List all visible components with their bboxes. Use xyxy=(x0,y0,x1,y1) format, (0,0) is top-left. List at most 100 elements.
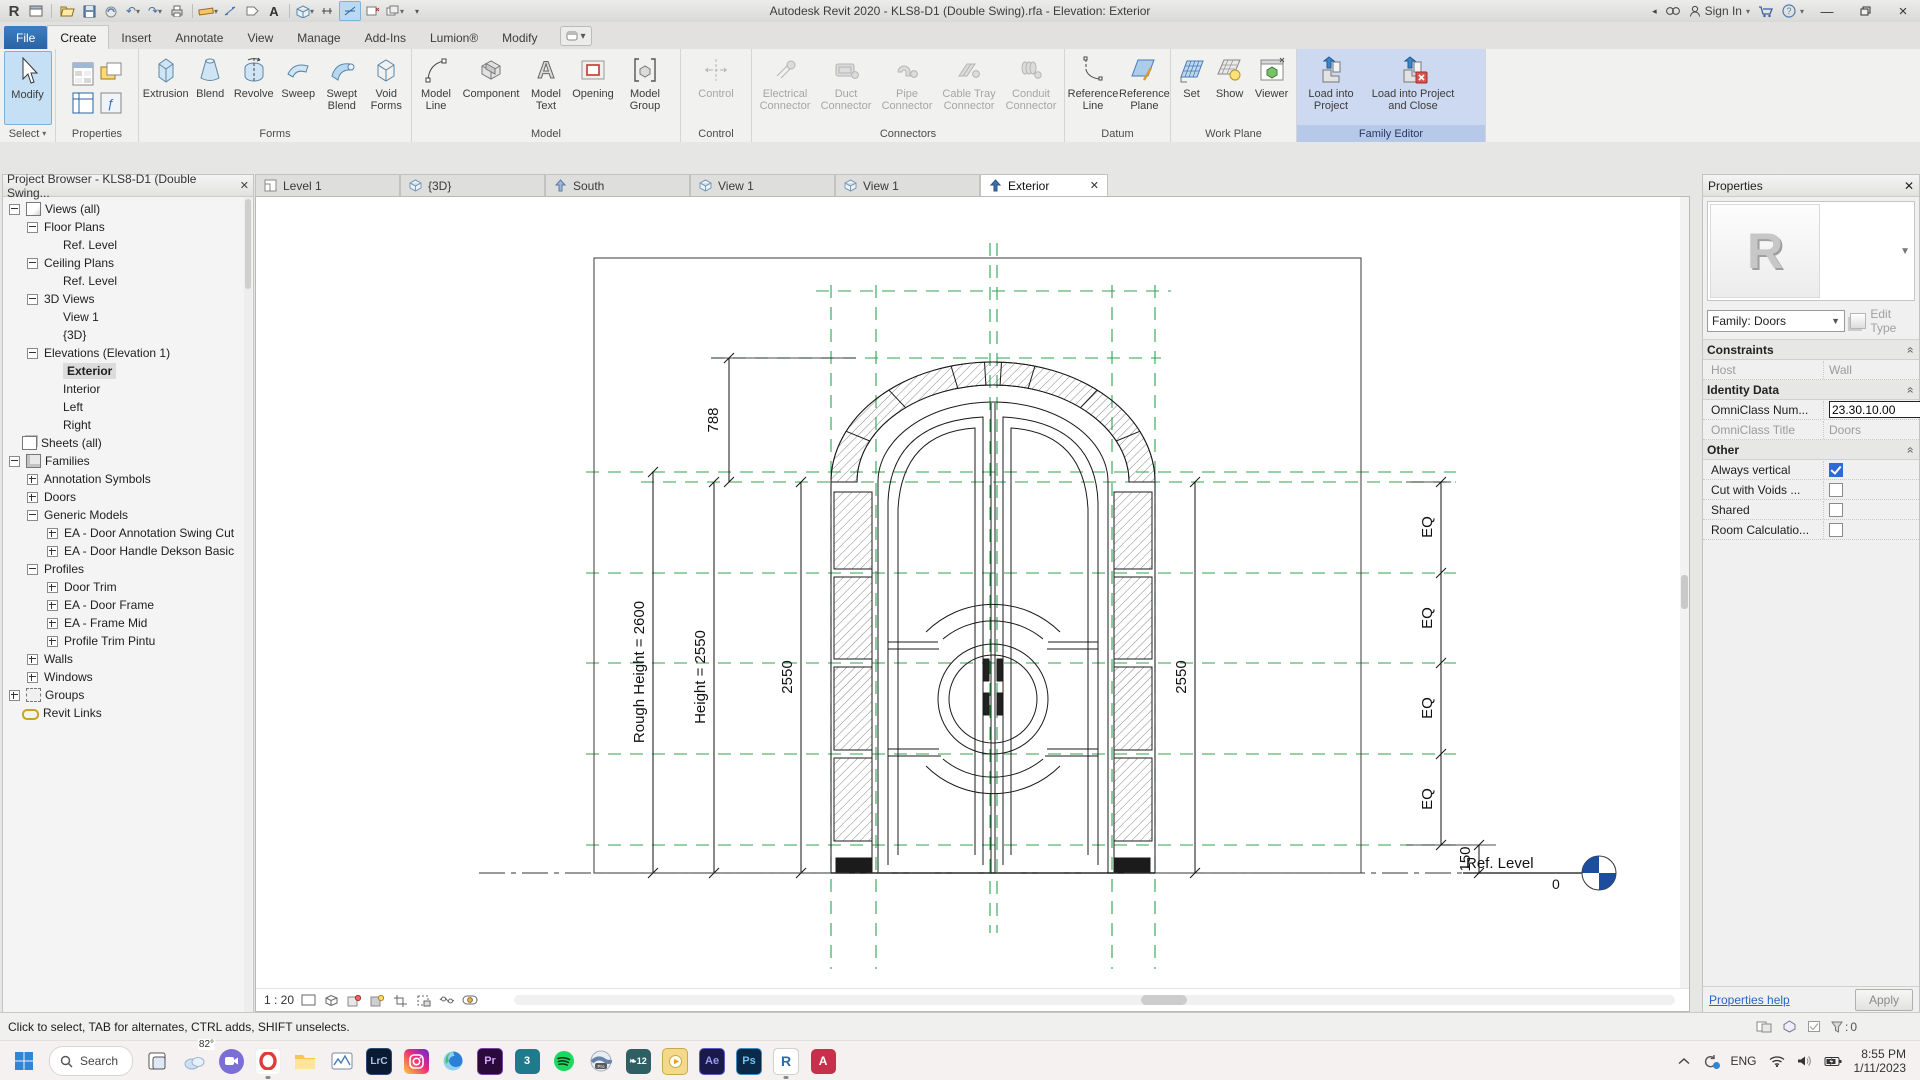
properties-help-link[interactable]: Properties help xyxy=(1709,993,1790,1007)
tab-lumion[interactable]: Lumion® xyxy=(418,26,490,49)
tab-file[interactable]: File xyxy=(4,26,48,49)
worksharing-icon[interactable] xyxy=(1756,1020,1772,1033)
app-store-cart-icon[interactable] xyxy=(1758,5,1774,18)
minimize-button[interactable]: — xyxy=(1812,1,1842,22)
canvas-horizontal-scrollbar[interactable] xyxy=(514,995,1675,1005)
revit-taskbar-icon[interactable]: R xyxy=(773,1047,800,1079)
autocad-icon[interactable]: A xyxy=(810,1048,836,1074)
view-tab-south[interactable]: South xyxy=(545,174,690,196)
print-icon[interactable] xyxy=(167,2,187,20)
reveal-hidden-elements-icon[interactable] xyxy=(461,993,478,1008)
type-preview[interactable]: R ▼ xyxy=(1707,201,1915,301)
3dsmax-icon[interactable]: 3 xyxy=(514,1048,540,1074)
family-types-icon[interactable] xyxy=(71,91,95,115)
aligned-dimension-icon[interactable] xyxy=(220,2,240,20)
section-identity-data[interactable]: Identity Data» xyxy=(1703,380,1919,400)
tree-item-right[interactable]: Right xyxy=(5,416,253,434)
switch-windows-icon[interactable]: ▾ xyxy=(385,2,405,20)
design-options-icon[interactable] xyxy=(1782,1020,1797,1033)
close-icon[interactable]: ✕ xyxy=(1904,179,1914,193)
close-hidden-windows-icon[interactable] xyxy=(363,2,383,20)
file-explorer-icon[interactable] xyxy=(292,1048,318,1074)
ribbon-display-toggle[interactable]: ▾ xyxy=(559,26,592,46)
close-button[interactable]: × xyxy=(1888,1,1918,22)
family-parameters-icon[interactable]: ƒ xyxy=(99,91,123,115)
measure-icon[interactable]: ▾ xyxy=(198,2,218,20)
blend-button[interactable]: Blend xyxy=(190,51,230,125)
model-line-button[interactable]: Model Line xyxy=(415,51,457,125)
opening-button[interactable]: Opening xyxy=(568,51,618,125)
thin-lines-icon[interactable] xyxy=(339,1,361,21)
section-other[interactable]: Other» xyxy=(1703,440,1919,460)
component-button[interactable]: Component xyxy=(458,51,524,125)
collapse-icon[interactable] xyxy=(27,293,38,305)
chevron-down-icon[interactable]: ▼ xyxy=(1900,246,1910,257)
family-category-icon[interactable] xyxy=(99,61,123,87)
infocenter-collapse-icon[interactable]: ◂ xyxy=(1652,6,1657,17)
undo-icon[interactable]: ↶ ▾ xyxy=(123,2,143,20)
revit-logo-icon[interactable]: R xyxy=(4,2,24,20)
expand-icon[interactable] xyxy=(47,581,58,593)
group-label-work-plane[interactable]: Work Plane xyxy=(1171,125,1296,142)
always-vertical-checkbox[interactable] xyxy=(1829,462,1843,477)
tree-item-annotation-symbols[interactable]: Annotation Symbols xyxy=(5,470,253,488)
weather-widget[interactable]: 82° xyxy=(181,1039,216,1074)
expand-icon[interactable] xyxy=(27,671,38,683)
project-browser-header[interactable]: Project Browser - KLS8-D1 (Double Swing.… xyxy=(3,172,253,200)
tree-item-elevations[interactable]: Elevations (Elevation 1) xyxy=(5,344,253,362)
model-text-button[interactable]: A Model Text xyxy=(525,51,567,125)
filter-icon[interactable]: :0 xyxy=(1831,1020,1857,1034)
battery-icon[interactable] xyxy=(1824,1056,1842,1067)
open-icon[interactable] xyxy=(57,2,77,20)
wifi-icon[interactable] xyxy=(1769,1055,1785,1067)
tab-view[interactable]: View xyxy=(235,26,285,49)
after-effects-icon[interactable]: Ae xyxy=(699,1047,726,1075)
view-scale[interactable]: 1 : 20 xyxy=(264,993,294,1007)
crop-view-icon[interactable] xyxy=(392,993,409,1008)
group-label-connectors[interactable]: Connectors xyxy=(752,125,1064,142)
tree-item-doors[interactable]: Doors xyxy=(5,488,253,506)
properties-palette-icon[interactable] xyxy=(71,61,95,87)
tree-item-door-handle-dekson[interactable]: EA - Door Handle Dekson Basic xyxy=(5,542,253,560)
modify-button[interactable]: Modify xyxy=(3,51,52,125)
cut-with-voids-checkbox[interactable] xyxy=(1829,482,1843,497)
detail-level-icon[interactable] xyxy=(323,993,340,1008)
elevation-drawing[interactable]: 788 Rough Height = 2600 Height = 2550 25… xyxy=(256,197,1689,989)
tree-item-floor-plans[interactable]: Floor Plans xyxy=(5,218,253,236)
collapse-icon[interactable] xyxy=(27,509,38,521)
view-tab-view-1[interactable]: View 1 xyxy=(690,174,835,196)
tree-item-door-annotation-swing-cut[interactable]: EA - Door Annotation Swing Cut xyxy=(5,524,253,542)
omniclass-number-input[interactable] xyxy=(1829,401,1920,418)
instagram-icon[interactable] xyxy=(403,1048,429,1074)
taskbar-search[interactable]: Search xyxy=(49,1046,134,1076)
collapse-section-icon[interactable]: » xyxy=(1903,446,1917,453)
load-into-project-close-button[interactable]: Load into Project and Close xyxy=(1363,51,1463,125)
expand-icon[interactable] xyxy=(47,617,58,629)
redo-icon[interactable]: ↷ ▾ xyxy=(145,2,165,20)
shadows-icon[interactable] xyxy=(369,993,386,1008)
set-work-plane-button[interactable]: Set xyxy=(1174,51,1209,125)
browser-scrollbar[interactable] xyxy=(244,197,252,1012)
tree-item-walls[interactable]: Walls xyxy=(5,650,253,668)
tree-item-frame-mid[interactable]: EA - Frame Mid xyxy=(5,614,253,632)
expand-icon[interactable] xyxy=(27,653,38,665)
expand-icon[interactable] xyxy=(47,635,58,647)
group-label-datum[interactable]: Datum xyxy=(1065,125,1170,142)
temporary-hide-isolate-icon[interactable] xyxy=(438,993,455,1008)
collapse-icon[interactable] xyxy=(9,455,20,467)
room-calculation-checkbox[interactable] xyxy=(1829,522,1843,537)
extrusion-button[interactable]: Extrusion xyxy=(142,51,189,125)
type-selector-dropdown[interactable]: Family: Doors ▼ xyxy=(1707,310,1845,332)
lumion-icon[interactable]: ❧12 xyxy=(625,1048,651,1074)
group-label-forms[interactable]: Forms xyxy=(139,125,411,142)
tree-item-door-frame[interactable]: EA - Door Frame xyxy=(5,596,253,614)
tree-item-view-1[interactable]: View 1 xyxy=(5,308,253,326)
apply-button[interactable]: Apply xyxy=(1855,989,1913,1011)
swept-blend-button[interactable]: Swept Blend xyxy=(320,51,364,125)
tree-item-sheets[interactable]: Sheets (all) xyxy=(5,434,253,452)
shared-checkbox[interactable] xyxy=(1829,502,1843,517)
language-indicator[interactable]: ENG xyxy=(1730,1054,1756,1068)
show-crop-region-icon[interactable] xyxy=(415,993,432,1008)
restore-button[interactable] xyxy=(1850,1,1880,22)
tab-insert[interactable]: Insert xyxy=(109,26,163,49)
